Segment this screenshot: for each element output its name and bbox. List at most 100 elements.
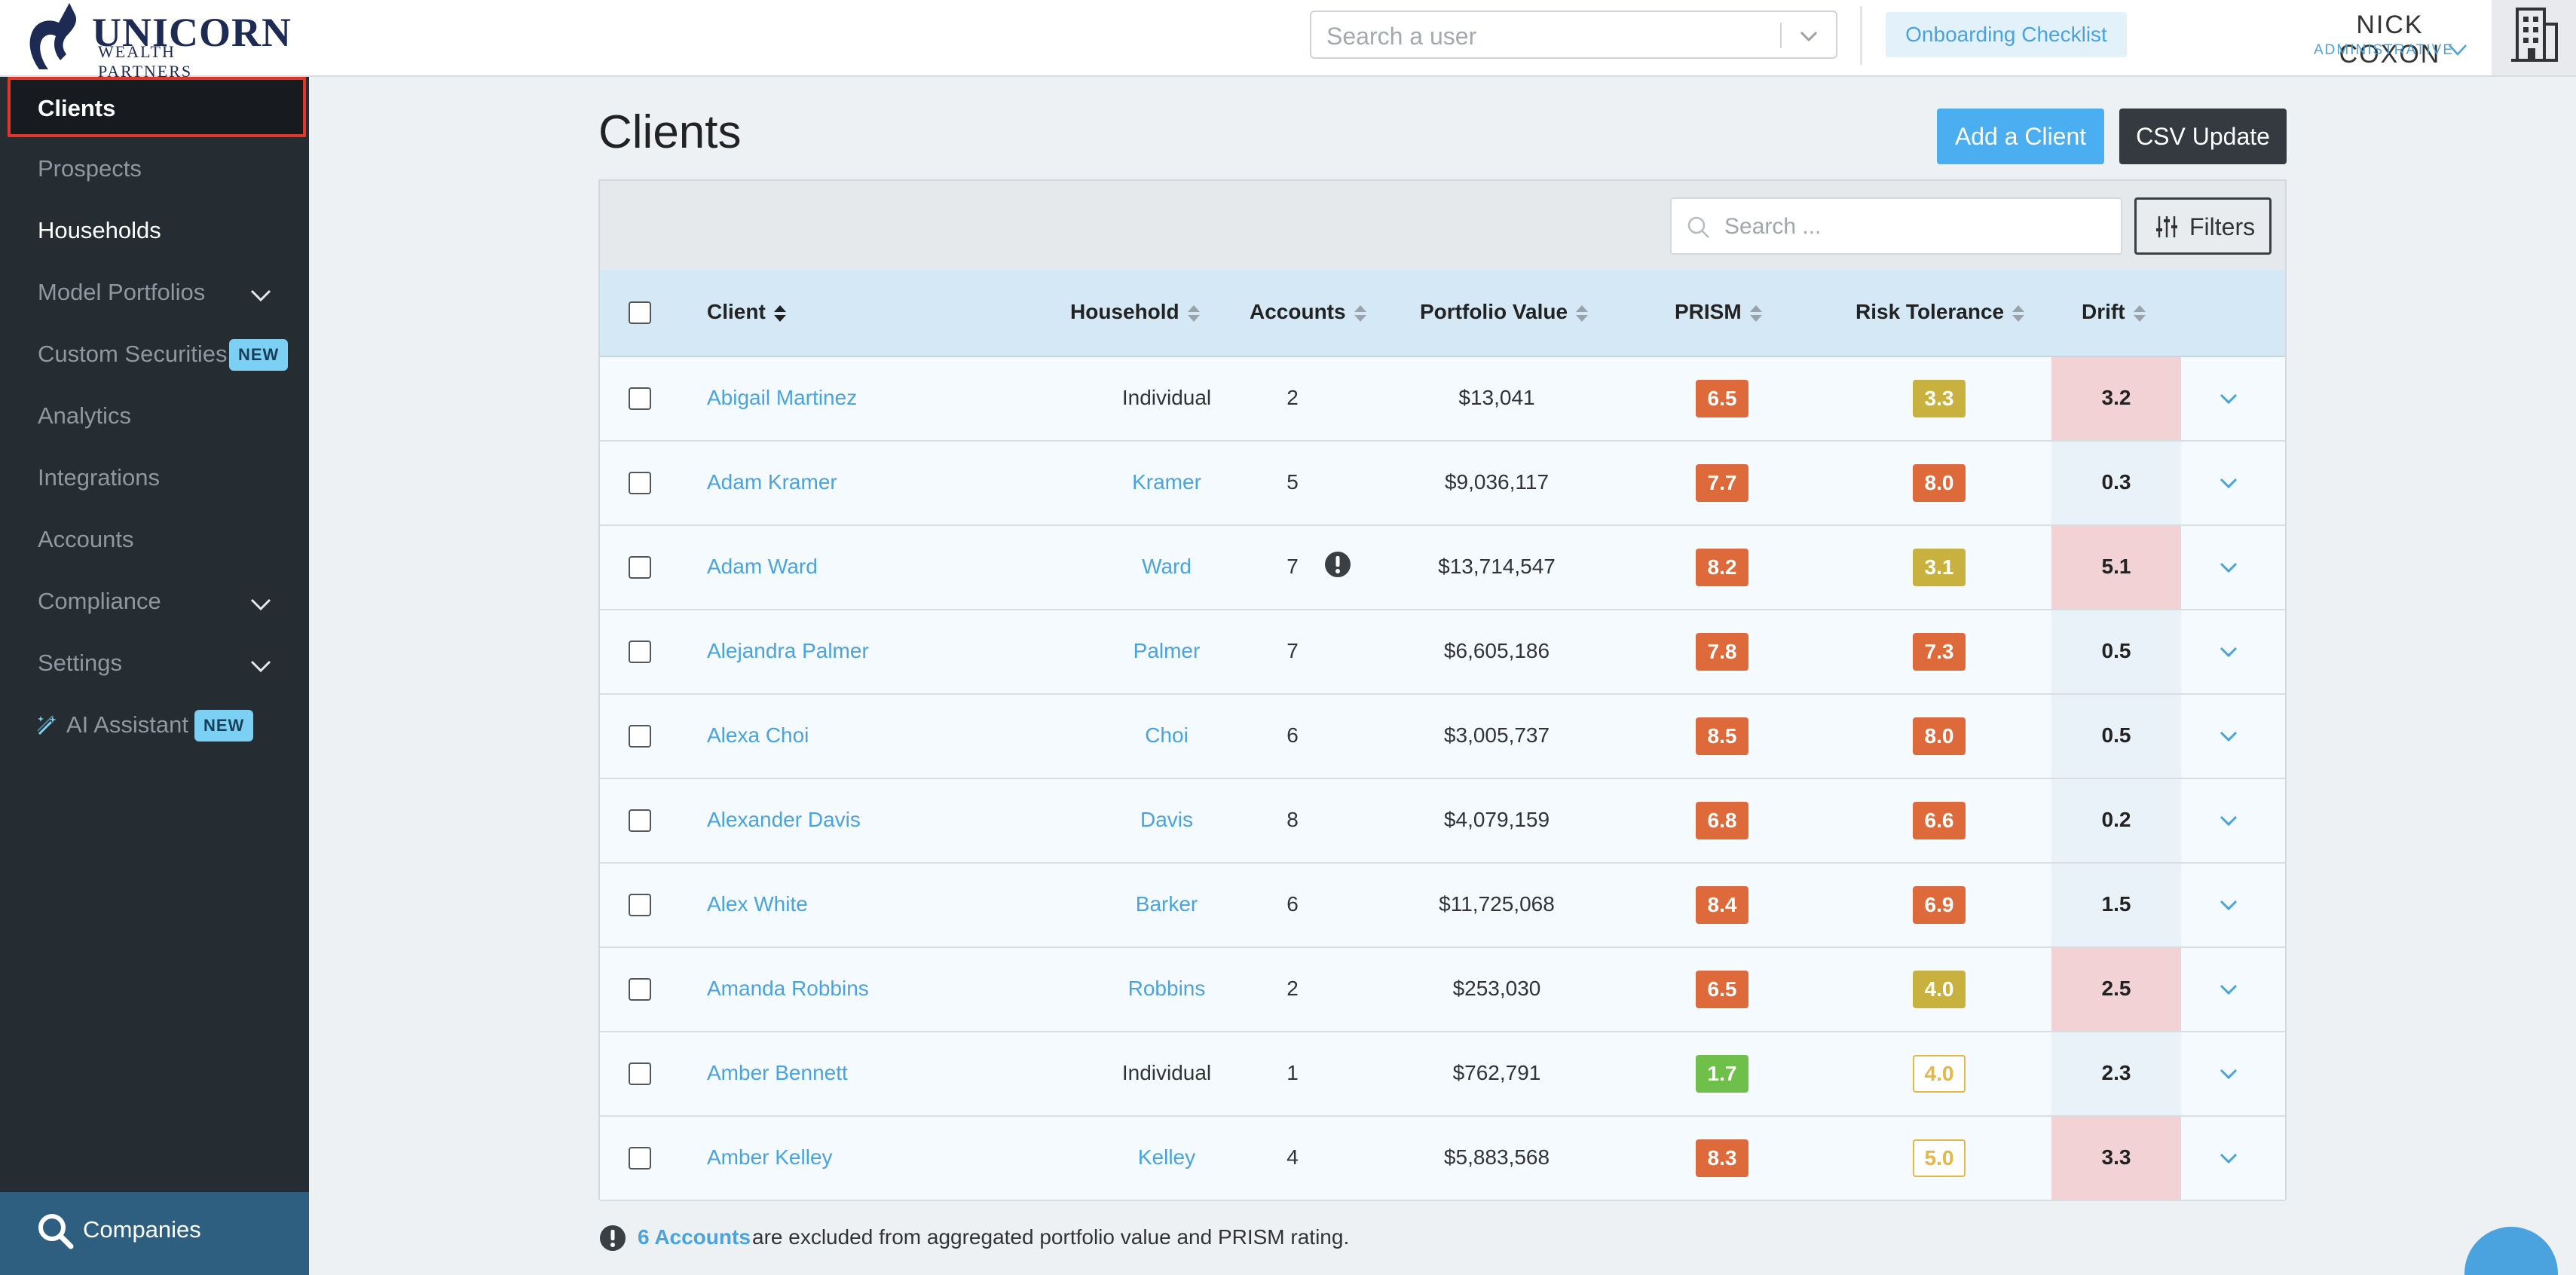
column-header-prism[interactable]: PRISM bbox=[1675, 300, 1764, 325]
table-row[interactable]: Alex White Barker 6 $11,725,068 8.4 6.9 1.5 bbox=[600, 864, 2285, 948]
row-checkbox[interactable] bbox=[629, 725, 651, 748]
table-row[interactable]: Amber Bennett Individual 1 $762,791 1.7 4.0 2.… bbox=[600, 1032, 2285, 1117]
row-checkbox[interactable] bbox=[629, 556, 651, 579]
exclamation-circle-icon[interactable] bbox=[1323, 550, 1352, 579]
risk-tolerance-badge[interactable]: 8.0 bbox=[1913, 464, 1966, 502]
row-checkbox[interactable] bbox=[629, 472, 651, 494]
table-row[interactable]: Amber Kelley Kelley 4 $5,883,568 8.3 5.0 3.3 bbox=[600, 1117, 2285, 1201]
sidebar-item-compliance[interactable]: Compliance bbox=[0, 571, 309, 633]
expand-row-chevron-icon[interactable] bbox=[2216, 723, 2241, 749]
chat-support-button[interactable] bbox=[2464, 1227, 2558, 1275]
row-checkbox[interactable] bbox=[629, 641, 651, 663]
table-row[interactable]: Abigail Martinez Individual 2 $13,041 6.5 3.3… bbox=[600, 357, 2285, 442]
column-header-household[interactable]: Household bbox=[1070, 300, 1202, 325]
row-checkbox[interactable] bbox=[629, 809, 651, 832]
risk-tolerance-badge[interactable]: 3.1 bbox=[1913, 549, 1966, 586]
column-header-client[interactable]: Client bbox=[707, 300, 788, 325]
client-search-input[interactable]: Search ... bbox=[1670, 197, 2122, 255]
sidebar-item-clients[interactable]: Clients bbox=[8, 77, 306, 137]
prism-score-badge[interactable]: 7.7 bbox=[1696, 464, 1748, 502]
row-checkbox[interactable] bbox=[629, 387, 651, 410]
client-name-link[interactable]: Adam Kramer bbox=[707, 470, 837, 494]
select-all-checkbox[interactable] bbox=[629, 301, 651, 324]
risk-tolerance-badge[interactable]: 6.6 bbox=[1913, 802, 1966, 839]
expand-row-chevron-icon[interactable] bbox=[2216, 1145, 2241, 1171]
chevron-down-icon[interactable] bbox=[1795, 23, 1822, 50]
prism-score-badge[interactable]: 1.7 bbox=[1696, 1055, 1748, 1093]
prism-score-badge[interactable]: 7.8 bbox=[1696, 633, 1748, 671]
household-cell[interactable]: Barker bbox=[1037, 892, 1296, 916]
client-name-link[interactable]: Amanda Robbins bbox=[707, 977, 869, 1001]
user-name[interactable]: NICK COXON bbox=[2311, 11, 2469, 69]
client-name-link[interactable]: Amber Kelley bbox=[707, 1145, 833, 1170]
sidebar-item-settings[interactable]: Settings bbox=[0, 633, 309, 695]
sidebar-item-analytics[interactable]: Analytics bbox=[0, 386, 309, 448]
table-row[interactable]: Amanda Robbins Robbins 2 $253,030 6.5 4.0 2.5 bbox=[600, 948, 2285, 1032]
household-cell[interactable]: Kelley bbox=[1037, 1145, 1296, 1170]
column-header-drift[interactable]: Drift bbox=[2082, 300, 2148, 325]
prism-score-badge[interactable]: 8.5 bbox=[1696, 717, 1748, 755]
client-name-link[interactable]: Alexander Davis bbox=[707, 808, 861, 832]
row-checkbox[interactable] bbox=[629, 1147, 651, 1170]
sidebar-item-integrations[interactable]: Integrations bbox=[0, 448, 309, 509]
filters-button[interactable]: Filters bbox=[2134, 197, 2272, 255]
companies-search-button[interactable]: Companies bbox=[0, 1192, 309, 1275]
column-header-portfolio-value[interactable]: Portfolio Value bbox=[1420, 300, 1590, 325]
companies-switcher-button[interactable] bbox=[2492, 0, 2576, 75]
column-header-accounts[interactable]: Accounts bbox=[1250, 300, 1369, 325]
client-name-link[interactable]: Alejandra Palmer bbox=[707, 639, 869, 663]
prism-score-badge[interactable]: 8.2 bbox=[1696, 549, 1748, 586]
sidebar-item-ai-assistant[interactable]: AI Assistant NEW bbox=[0, 695, 309, 757]
row-checkbox[interactable] bbox=[629, 1062, 651, 1085]
user-menu-chevron-icon[interactable] bbox=[2446, 41, 2469, 59]
onboarding-checklist-button[interactable]: Onboarding Checklist bbox=[1886, 12, 2127, 57]
csv-update-button[interactable]: CSV Update bbox=[2119, 109, 2287, 164]
excluded-accounts-link[interactable]: 6 Accounts bbox=[638, 1225, 751, 1249]
household-cell[interactable]: Ward bbox=[1037, 555, 1296, 579]
sidebar-item-custom-securities[interactable]: Custom Securities NEW bbox=[0, 324, 309, 386]
table-row[interactable]: Alexander Davis Davis 8 $4,079,159 6.8 6.6 0.2 bbox=[600, 779, 2285, 864]
risk-tolerance-badge[interactable]: 4.0 bbox=[1913, 1055, 1966, 1093]
client-name-link[interactable]: Alex White bbox=[707, 892, 808, 916]
client-name-link[interactable]: Adam Ward bbox=[707, 555, 818, 579]
household-cell[interactable]: Choi bbox=[1037, 723, 1296, 748]
risk-tolerance-badge[interactable]: 3.3 bbox=[1913, 380, 1966, 417]
prism-score-badge[interactable]: 6.8 bbox=[1696, 802, 1748, 839]
table-row[interactable]: Alexa Choi Choi 6 $3,005,737 8.5 8.0 0.5 bbox=[600, 695, 2285, 779]
expand-row-chevron-icon[interactable] bbox=[2216, 639, 2241, 665]
brand-logo[interactable]: UNICORN WEALTH PARTNERS bbox=[23, 0, 291, 81]
row-checkbox[interactable] bbox=[629, 894, 651, 916]
table-row[interactable]: Adam Ward Ward 7 $13,714,547 8.2 3.1 5.1 bbox=[600, 526, 2285, 610]
risk-tolerance-badge[interactable]: 4.0 bbox=[1913, 971, 1966, 1008]
expand-row-chevron-icon[interactable] bbox=[2216, 977, 2241, 1002]
household-cell[interactable]: Palmer bbox=[1037, 639, 1296, 663]
client-name-link[interactable]: Amber Bennett bbox=[707, 1061, 848, 1085]
prism-score-badge[interactable]: 8.4 bbox=[1696, 886, 1748, 924]
household-cell[interactable]: Davis bbox=[1037, 808, 1296, 832]
sidebar-item-model-portfolios[interactable]: Model Portfolios bbox=[0, 262, 309, 324]
user-search-select[interactable]: Search a user bbox=[1310, 11, 1837, 59]
risk-tolerance-badge[interactable]: 8.0 bbox=[1913, 717, 1966, 755]
client-name-link[interactable]: Alexa Choi bbox=[707, 723, 809, 748]
table-row[interactable]: Alejandra Palmer Palmer 7 $6,605,186 7.8 7.3 0… bbox=[600, 610, 2285, 695]
prism-score-badge[interactable]: 6.5 bbox=[1696, 971, 1748, 1008]
sidebar-item-households[interactable]: Households bbox=[0, 200, 309, 262]
expand-row-chevron-icon[interactable] bbox=[2216, 470, 2241, 496]
expand-row-chevron-icon[interactable] bbox=[2216, 386, 2241, 411]
table-row[interactable]: Adam Kramer Kramer 5 $9,036,117 7.7 8.0 0.3 bbox=[600, 442, 2285, 526]
column-header-risk-tolerance[interactable]: Risk Tolerance bbox=[1856, 300, 2027, 325]
sidebar-item-accounts[interactable]: Accounts bbox=[0, 509, 309, 571]
expand-row-chevron-icon[interactable] bbox=[2216, 1061, 2241, 1087]
client-name-link[interactable]: Abigail Martinez bbox=[707, 386, 857, 410]
prism-score-badge[interactable]: 8.3 bbox=[1696, 1139, 1748, 1177]
prism-score-badge[interactable]: 6.5 bbox=[1696, 380, 1748, 417]
expand-row-chevron-icon[interactable] bbox=[2216, 555, 2241, 580]
sidebar-item-prospects[interactable]: Prospects bbox=[0, 139, 309, 200]
row-checkbox[interactable] bbox=[629, 978, 651, 1001]
expand-row-chevron-icon[interactable] bbox=[2216, 808, 2241, 833]
risk-tolerance-badge[interactable]: 5.0 bbox=[1913, 1139, 1966, 1177]
expand-row-chevron-icon[interactable] bbox=[2216, 892, 2241, 918]
household-cell[interactable]: Robbins bbox=[1037, 977, 1296, 1001]
risk-tolerance-badge[interactable]: 7.3 bbox=[1913, 633, 1966, 671]
household-cell[interactable]: Kramer bbox=[1037, 470, 1296, 494]
